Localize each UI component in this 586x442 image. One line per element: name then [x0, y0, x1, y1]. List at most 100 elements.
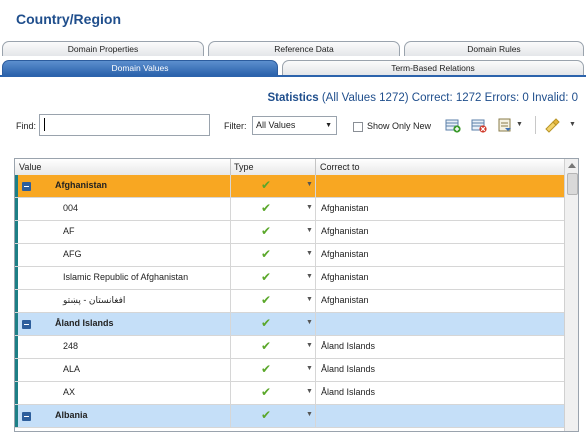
tab-domain-values[interactable]: Domain Values — [2, 60, 278, 75]
chevron-down-icon[interactable]: ▼ — [306, 319, 313, 326]
chevron-down-icon[interactable]: ▼ — [306, 411, 313, 418]
correct-to-cell[interactable]: Afghanistan — [315, 198, 564, 220]
show-only-new-checkbox[interactable] — [353, 122, 363, 132]
column-header-value[interactable]: Value — [19, 162, 41, 172]
type-cell[interactable]: ✔ ▼ — [230, 405, 315, 427]
row-marker — [15, 175, 18, 197]
type-cell[interactable]: ✔ ▼ — [230, 221, 315, 243]
chevron-down-icon[interactable]: ▼ — [306, 365, 313, 372]
scroll-up-icon[interactable] — [568, 163, 576, 168]
statistics-bar: Statistics (All Values 1272) Correct: 12… — [268, 92, 579, 104]
correct-to-value: Afghanistan — [321, 272, 369, 282]
stat-errors: Errors: 0 — [484, 92, 529, 104]
group-row[interactable]: Afghanistan ✔ ▼ — [15, 175, 564, 198]
table-row[interactable]: AF ✔ ▼ Afghanistan — [15, 221, 564, 244]
table-row[interactable]: 004 ✔ ▼ Afghanistan — [15, 198, 564, 221]
stat-all-values: (All Values 1272) — [321, 92, 409, 104]
correct-to-cell[interactable] — [315, 405, 564, 427]
valid-check-icon: ✔ — [261, 224, 272, 238]
correct-to-value: Afghanistan — [321, 295, 369, 305]
toolbar-separator — [535, 116, 536, 134]
correct-to-cell[interactable]: Afghanistan — [315, 290, 564, 312]
table-row[interactable]: 248 ✔ ▼ Åland Islands — [15, 336, 564, 359]
table-row[interactable]: AFG ✔ ▼ Afghanistan — [15, 244, 564, 267]
type-cell[interactable]: ✔ ▼ — [230, 359, 315, 381]
column-header-correct-to[interactable]: Correct to — [320, 162, 360, 172]
collapse-icon[interactable] — [22, 320, 31, 329]
row-marker — [15, 405, 18, 427]
chevron-down-icon[interactable]: ▼ — [306, 388, 313, 395]
row-value: 248 — [63, 341, 79, 351]
correct-to-value: Åland Islands — [321, 387, 376, 397]
column-header-type[interactable]: Type — [234, 162, 254, 172]
statistics-heading: Statistics — [267, 92, 319, 104]
table-row[interactable]: AX ✔ ▼ Åland Islands — [15, 382, 564, 405]
correct-to-cell[interactable]: Afghanistan — [315, 267, 564, 289]
domain-values-grid: Value Type Correct to Afghanistan ✔ ▼ 004 ✔… — [14, 158, 579, 432]
chevron-down-icon[interactable]: ▼ — [306, 342, 313, 349]
row-value: AF — [63, 226, 75, 236]
tab-term-based-relations[interactable]: Term-Based Relations — [282, 60, 584, 75]
chevron-down-icon: ▼ — [325, 122, 332, 129]
type-cell[interactable]: ✔ ▼ — [230, 290, 315, 312]
grid-rows: Afghanistan ✔ ▼ 004 ✔ ▼ Afghanistan AF ✔ ▼ Afgha… — [15, 175, 564, 428]
correct-to-value: Afghanistan — [321, 249, 369, 259]
chevron-down-icon[interactable]: ▼ — [306, 296, 313, 303]
tab-domain-properties[interactable]: Domain Properties — [2, 41, 204, 56]
correct-to-cell[interactable] — [315, 313, 564, 335]
clear-filter-icon[interactable] — [544, 117, 560, 133]
table-row[interactable]: ALA ✔ ▼ Åland Islands — [15, 359, 564, 382]
delete-value-icon[interactable] — [471, 117, 487, 133]
page-title: Country/Region — [16, 11, 121, 27]
chevron-down-icon[interactable]: ▼ — [306, 204, 313, 211]
row-marker — [15, 290, 18, 312]
add-value-icon[interactable] — [445, 117, 461, 133]
stat-invalid: Invalid: 0 — [531, 92, 578, 104]
row-value: AX — [63, 387, 76, 397]
vertical-scrollbar[interactable] — [564, 159, 578, 431]
table-row[interactable]: Islamic Republic of Afghanistan ✔ ▼ Afghani… — [15, 267, 564, 290]
collapse-icon[interactable] — [22, 182, 31, 191]
scroll-thumb[interactable] — [567, 173, 578, 195]
filter-selected-value: All Values — [256, 120, 296, 130]
row-marker — [15, 244, 18, 266]
row-value: 004 — [63, 203, 79, 213]
correct-to-cell[interactable]: Åland Islands — [315, 359, 564, 381]
import-export-icon[interactable] — [497, 117, 513, 133]
group-row[interactable]: Åland Islands ✔ ▼ — [15, 313, 564, 336]
row-value: Afghanistan — [55, 180, 108, 190]
type-cell[interactable]: ✔ ▼ — [230, 267, 315, 289]
chevron-down-icon[interactable]: ▼ — [516, 121, 523, 128]
type-cell[interactable]: ✔ ▼ — [230, 336, 315, 358]
type-cell[interactable]: ✔ ▼ — [230, 175, 315, 197]
group-row[interactable]: Albania ✔ ▼ — [15, 405, 564, 428]
type-cell[interactable]: ✔ ▼ — [230, 382, 315, 404]
tab-reference-data[interactable]: Reference Data — [208, 41, 400, 56]
find-input[interactable] — [39, 114, 210, 136]
row-marker — [15, 336, 18, 358]
filter-label: Filter: — [224, 121, 247, 131]
type-cell[interactable]: ✔ ▼ — [230, 244, 315, 266]
chevron-down-icon[interactable]: ▼ — [306, 273, 313, 280]
correct-to-cell[interactable]: Afghanistan — [315, 221, 564, 243]
correct-to-cell[interactable] — [315, 175, 564, 197]
correct-to-value: Afghanistan — [321, 226, 369, 236]
valid-check-icon: ✔ — [261, 362, 272, 376]
chevron-down-icon[interactable]: ▼ — [306, 250, 313, 257]
chevron-down-icon[interactable]: ▼ — [569, 121, 576, 128]
row-value: Islamic Republic of Afghanistan — [63, 272, 189, 282]
table-row[interactable]: افغانستان - پښتو ✔ ▼ Afghanistan — [15, 290, 564, 313]
row-value: AFG — [63, 249, 82, 259]
correct-to-cell[interactable]: Åland Islands — [315, 382, 564, 404]
row-marker — [15, 198, 18, 220]
collapse-icon[interactable] — [22, 412, 31, 421]
tab-domain-rules[interactable]: Domain Rules — [404, 41, 584, 56]
correct-to-cell[interactable]: Åland Islands — [315, 336, 564, 358]
type-cell[interactable]: ✔ ▼ — [230, 198, 315, 220]
filter-dropdown[interactable]: All Values ▼ — [252, 116, 337, 135]
grid-header: Value Type Correct to — [15, 159, 564, 176]
chevron-down-icon[interactable]: ▼ — [306, 227, 313, 234]
chevron-down-icon[interactable]: ▼ — [306, 181, 313, 188]
type-cell[interactable]: ✔ ▼ — [230, 313, 315, 335]
correct-to-cell[interactable]: Afghanistan — [315, 244, 564, 266]
